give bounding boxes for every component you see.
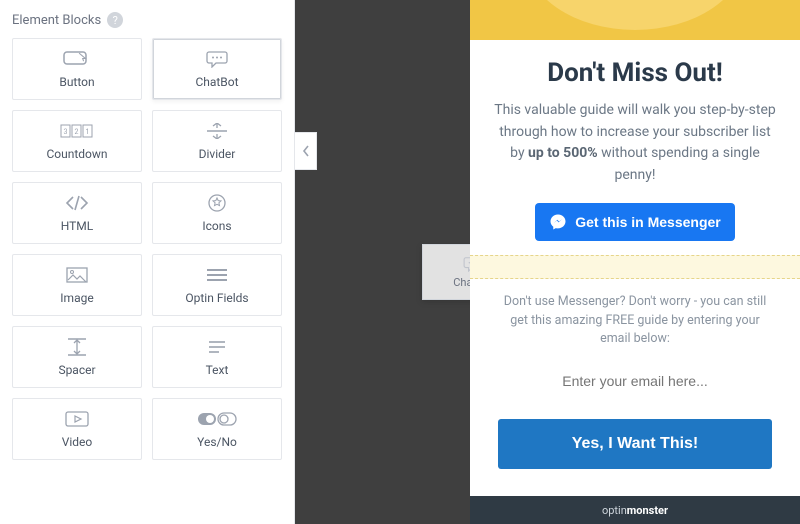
svg-text:2: 2 <box>75 128 79 136</box>
popup-preview: Don't Miss Out! This valuable guide will… <box>470 0 800 524</box>
messenger-button[interactable]: Get this in Messenger <box>535 203 734 241</box>
divider-icon <box>205 121 229 141</box>
block-image[interactable]: Image <box>12 254 142 316</box>
block-text[interactable]: Text <box>152 326 282 388</box>
block-yes-no[interactable]: Yes/No <box>152 398 282 460</box>
messenger-button-label: Get this in Messenger <box>575 214 720 230</box>
footer-brand[interactable]: optinmonster <box>602 504 668 517</box>
chat-icon <box>206 49 228 69</box>
drop-zone-indicator[interactable] <box>470 255 800 279</box>
star-icon <box>208 193 226 213</box>
block-label: Divider <box>199 147 236 161</box>
block-countdown[interactable]: 321 Countdown <box>12 110 142 172</box>
block-chatbot[interactable]: ChatBot <box>152 38 282 100</box>
button-icon <box>63 49 91 69</box>
popup-body: Don't Miss Out! This valuable guide will… <box>470 40 800 241</box>
messenger-icon <box>549 213 567 231</box>
svg-text:3: 3 <box>64 128 68 136</box>
popup-footer: optinmonster <box>470 496 800 524</box>
block-video[interactable]: Video <box>12 398 142 460</box>
popup-optin-section: Don't use Messenger? Don't worry - you c… <box>470 279 800 469</box>
help-icon[interactable]: ? <box>107 12 123 28</box>
block-html[interactable]: HTML <box>12 182 142 244</box>
block-label: HTML <box>61 219 94 233</box>
svg-text:1: 1 <box>86 128 90 136</box>
block-label: Text <box>206 363 229 377</box>
code-icon <box>64 193 90 213</box>
block-icons[interactable]: Icons <box>152 182 282 244</box>
text-icon <box>207 337 227 357</box>
sidebar-collapse-toggle[interactable] <box>295 132 317 170</box>
popup-desc-bold: up to 500% <box>528 145 598 161</box>
block-optin-fields[interactable]: Optin Fields <box>152 254 282 316</box>
block-label: ChatBot <box>195 75 238 89</box>
block-label: Countdown <box>46 147 107 161</box>
block-button[interactable]: Button <box>12 38 142 100</box>
brand-pre: optin <box>602 504 627 517</box>
element-blocks-grid: Button ChatBot 321 Countdown Divider <box>12 38 282 460</box>
block-label: Spacer <box>58 363 95 377</box>
sidebar-title: Element Blocks <box>12 13 101 28</box>
canvas[interactable]: ChatBot Don't Miss Out! This valuable gu… <box>295 0 800 524</box>
popup-desc-post: without spending a single penny! <box>598 145 760 183</box>
popup-subtext[interactable]: Don't use Messenger? Don't worry - you c… <box>498 293 772 349</box>
brand-bold: monster <box>627 504 668 517</box>
submit-button[interactable]: Yes, I Want This! <box>498 419 772 469</box>
block-divider[interactable]: Divider <box>152 110 282 172</box>
toggle-icon <box>197 409 237 429</box>
sidebar: Element Blocks ? Button ChatBot 321 Coun… <box>0 0 295 524</box>
email-input[interactable] <box>498 367 772 395</box>
block-spacer[interactable]: Spacer <box>12 326 142 388</box>
video-icon <box>65 409 89 429</box>
block-label: Button <box>59 75 94 89</box>
spacer-icon <box>67 337 87 357</box>
popup-description[interactable]: This valuable guide will walk you step-b… <box>494 100 776 187</box>
block-label: Optin Fields <box>185 291 248 305</box>
popup-title[interactable]: Don't Miss Out! <box>494 58 776 88</box>
image-icon <box>66 265 88 285</box>
countdown-icon: 321 <box>60 121 94 141</box>
sidebar-header: Element Blocks ? <box>12 12 282 28</box>
chevron-left-icon <box>302 145 310 157</box>
block-label: Image <box>60 291 93 305</box>
block-label: Icons <box>202 219 231 233</box>
popup-header-arc <box>470 0 800 40</box>
form-icon <box>206 265 228 285</box>
block-label: Yes/No <box>197 435 237 449</box>
block-label: Video <box>62 435 93 449</box>
